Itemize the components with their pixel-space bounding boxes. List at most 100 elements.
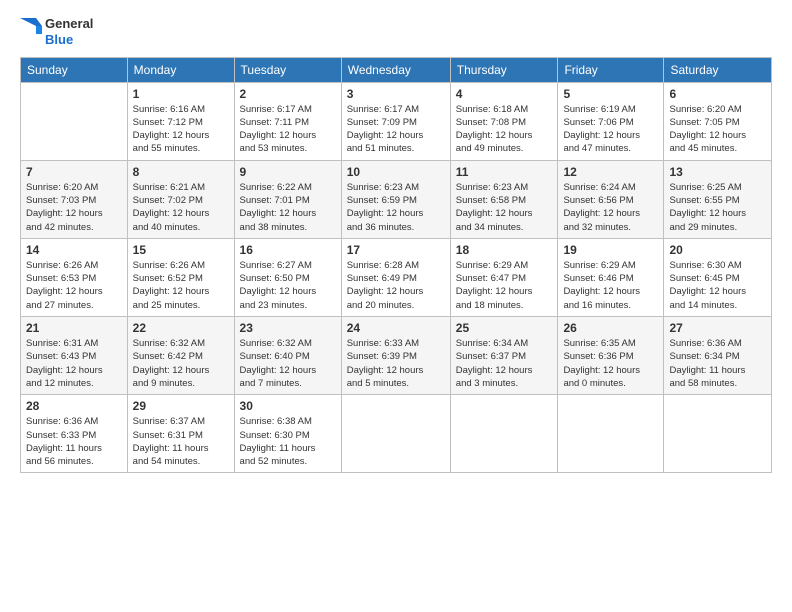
day-number: 28: [26, 399, 122, 413]
day-cell: 2 Sunrise: 6:17 AM Sunset: 7:11 PM Daylig…: [234, 82, 341, 160]
logo-container: General Blue: [20, 16, 93, 49]
header-cell-saturday: Saturday: [664, 57, 772, 82]
day-cell: 9 Sunrise: 6:22 AM Sunset: 7:01 PM Daylig…: [234, 160, 341, 238]
logo-general: General: [45, 16, 93, 32]
day-number: 13: [669, 165, 766, 179]
header-cell-monday: Monday: [127, 57, 234, 82]
day-cell: 10 Sunrise: 6:23 AM Sunset: 6:59 PM Dayli…: [341, 160, 450, 238]
day-number: 1: [133, 87, 229, 101]
page: General Blue SundayMondayTuesdayWednesda…: [0, 0, 792, 612]
day-number: 29: [133, 399, 229, 413]
day-number: 11: [456, 165, 553, 179]
day-cell: 26 Sunrise: 6:35 AM Sunset: 6:36 PM Dayli…: [558, 317, 664, 395]
day-cell: 3 Sunrise: 6:17 AM Sunset: 7:09 PM Daylig…: [341, 82, 450, 160]
day-number: 2: [240, 87, 336, 101]
day-number: 20: [669, 243, 766, 257]
day-info: Sunrise: 6:32 AM Sunset: 6:42 PM Dayligh…: [133, 337, 229, 390]
week-row-1: 1Sunrise: 6:16 AM Sunset: 7:12 PM Daylig…: [21, 82, 772, 160]
day-number: 8: [133, 165, 229, 179]
week-row-4: 21Sunrise: 6:31 AM Sunset: 6:43 PM Dayli…: [21, 317, 772, 395]
calendar-table: SundayMondayTuesdayWednesdayThursdayFrid…: [20, 57, 772, 474]
day-cell: 7Sunrise: 6:20 AM Sunset: 7:03 PM Daylig…: [21, 160, 128, 238]
header-cell-tuesday: Tuesday: [234, 57, 341, 82]
logo-graphic: [20, 18, 42, 46]
header-cell-friday: Friday: [558, 57, 664, 82]
day-info: Sunrise: 6:25 AM Sunset: 6:55 PM Dayligh…: [669, 181, 766, 234]
day-info: Sunrise: 6:22 AM Sunset: 7:01 PM Dayligh…: [240, 181, 336, 234]
day-number: 19: [563, 243, 658, 257]
header-row: SundayMondayTuesdayWednesdayThursdayFrid…: [21, 57, 772, 82]
day-info: Sunrise: 6:17 AM Sunset: 7:11 PM Dayligh…: [240, 103, 336, 156]
day-cell: 4 Sunrise: 6:18 AM Sunset: 7:08 PM Daylig…: [450, 82, 558, 160]
day-number: 17: [347, 243, 445, 257]
day-cell: [664, 395, 772, 473]
day-cell: 22 Sunrise: 6:32 AM Sunset: 6:42 PM Dayli…: [127, 317, 234, 395]
header-cell-sunday: Sunday: [21, 57, 128, 82]
header-cell-wednesday: Wednesday: [341, 57, 450, 82]
day-cell: 21Sunrise: 6:31 AM Sunset: 6:43 PM Dayli…: [21, 317, 128, 395]
day-cell: [558, 395, 664, 473]
day-info: Sunrise: 6:29 AM Sunset: 6:46 PM Dayligh…: [563, 259, 658, 312]
day-cell: 13 Sunrise: 6:25 AM Sunset: 6:55 PM Dayli…: [664, 160, 772, 238]
day-number: 4: [456, 87, 553, 101]
day-info: Sunrise: 6:28 AM Sunset: 6:49 PM Dayligh…: [347, 259, 445, 312]
logo-text: General Blue: [45, 16, 93, 49]
day-info: Sunrise: 6:21 AM Sunset: 7:02 PM Dayligh…: [133, 181, 229, 234]
day-info: Sunrise: 6:26 AM Sunset: 6:53 PM Dayligh…: [26, 259, 122, 312]
day-cell: 30 Sunrise: 6:38 AM Sunset: 6:30 PM Dayli…: [234, 395, 341, 473]
day-cell: 12Sunrise: 6:24 AM Sunset: 6:56 PM Dayli…: [558, 160, 664, 238]
day-number: 14: [26, 243, 122, 257]
day-number: 16: [240, 243, 336, 257]
day-number: 27: [669, 321, 766, 335]
day-info: Sunrise: 6:29 AM Sunset: 6:47 PM Dayligh…: [456, 259, 553, 312]
day-info: Sunrise: 6:19 AM Sunset: 7:06 PM Dayligh…: [563, 103, 658, 156]
day-number: 26: [563, 321, 658, 335]
day-info: Sunrise: 6:32 AM Sunset: 6:40 PM Dayligh…: [240, 337, 336, 390]
day-info: Sunrise: 6:33 AM Sunset: 6:39 PM Dayligh…: [347, 337, 445, 390]
day-number: 9: [240, 165, 336, 179]
day-cell: 24 Sunrise: 6:33 AM Sunset: 6:39 PM Dayli…: [341, 317, 450, 395]
day-number: 6: [669, 87, 766, 101]
day-cell: 23 Sunrise: 6:32 AM Sunset: 6:40 PM Dayli…: [234, 317, 341, 395]
day-number: 25: [456, 321, 553, 335]
day-info: Sunrise: 6:20 AM Sunset: 7:03 PM Dayligh…: [26, 181, 122, 234]
logo-blue: Blue: [45, 32, 93, 48]
week-row-5: 28 Sunrise: 6:36 AM Sunset: 6:33 PM Dayli…: [21, 395, 772, 473]
day-cell: 15 Sunrise: 6:26 AM Sunset: 6:52 PM Dayli…: [127, 238, 234, 316]
day-number: 18: [456, 243, 553, 257]
day-number: 10: [347, 165, 445, 179]
day-info: Sunrise: 6:37 AM Sunset: 6:31 PM Dayligh…: [133, 415, 229, 468]
day-cell: 8 Sunrise: 6:21 AM Sunset: 7:02 PM Daylig…: [127, 160, 234, 238]
day-info: Sunrise: 6:26 AM Sunset: 6:52 PM Dayligh…: [133, 259, 229, 312]
day-number: 21: [26, 321, 122, 335]
day-number: 24: [347, 321, 445, 335]
day-cell: 29 Sunrise: 6:37 AM Sunset: 6:31 PM Dayli…: [127, 395, 234, 473]
day-info: Sunrise: 6:23 AM Sunset: 6:59 PM Dayligh…: [347, 181, 445, 234]
day-number: 22: [133, 321, 229, 335]
day-number: 15: [133, 243, 229, 257]
day-cell: 28 Sunrise: 6:36 AM Sunset: 6:33 PM Dayli…: [21, 395, 128, 473]
day-number: 30: [240, 399, 336, 413]
day-info: Sunrise: 6:34 AM Sunset: 6:37 PM Dayligh…: [456, 337, 553, 390]
day-cell: [21, 82, 128, 160]
day-cell: 14 Sunrise: 6:26 AM Sunset: 6:53 PM Dayli…: [21, 238, 128, 316]
day-info: Sunrise: 6:35 AM Sunset: 6:36 PM Dayligh…: [563, 337, 658, 390]
day-cell: 17 Sunrise: 6:28 AM Sunset: 6:49 PM Dayli…: [341, 238, 450, 316]
day-info: Sunrise: 6:36 AM Sunset: 6:34 PM Dayligh…: [669, 337, 766, 390]
day-info: Sunrise: 6:18 AM Sunset: 7:08 PM Dayligh…: [456, 103, 553, 156]
day-info: Sunrise: 6:38 AM Sunset: 6:30 PM Dayligh…: [240, 415, 336, 468]
day-number: 23: [240, 321, 336, 335]
day-cell: 19 Sunrise: 6:29 AM Sunset: 6:46 PM Dayli…: [558, 238, 664, 316]
day-cell: 6Sunrise: 6:20 AM Sunset: 7:05 PM Daylig…: [664, 82, 772, 160]
day-cell: [450, 395, 558, 473]
day-cell: 27 Sunrise: 6:36 AM Sunset: 6:34 PM Dayli…: [664, 317, 772, 395]
day-info: Sunrise: 6:17 AM Sunset: 7:09 PM Dayligh…: [347, 103, 445, 156]
day-info: Sunrise: 6:27 AM Sunset: 6:50 PM Dayligh…: [240, 259, 336, 312]
logo: General Blue: [20, 16, 93, 49]
day-number: 5: [563, 87, 658, 101]
day-info: Sunrise: 6:36 AM Sunset: 6:33 PM Dayligh…: [26, 415, 122, 468]
day-number: 12: [563, 165, 658, 179]
header-cell-thursday: Thursday: [450, 57, 558, 82]
day-cell: 20Sunrise: 6:30 AM Sunset: 6:45 PM Dayli…: [664, 238, 772, 316]
day-number: 3: [347, 87, 445, 101]
